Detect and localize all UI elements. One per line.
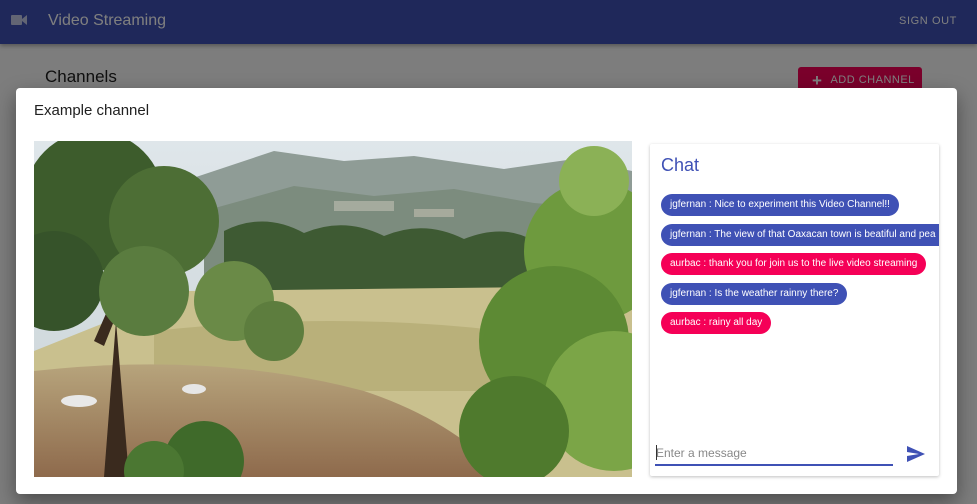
video-player[interactable]	[34, 141, 632, 477]
text-caret	[656, 445, 657, 460]
chat-message: jgfernan : The view of that Oaxacan town…	[661, 223, 939, 246]
message-input-field	[655, 442, 893, 466]
message-list: jgfernan : Nice to experiment this Video…	[661, 194, 939, 342]
dialog-title: Example channel	[34, 102, 150, 119]
chat-message: jgfernan : Nice to experiment this Video…	[661, 194, 899, 216]
channel-dialog: Example channel Chat jgfernan: Nice to …	[16, 88, 957, 494]
chat-message: jgfernan : Is the weather rainny there?	[661, 282, 848, 305]
chat-title: Chat	[661, 155, 700, 175]
chat-panel: Chat jgfernan : Nice to experiment this …	[650, 144, 939, 476]
chat-message: aurbac : rainy all day	[661, 312, 772, 334]
video-frame	[34, 141, 632, 477]
chat-message: aurbac : thank you for join us to the li…	[661, 253, 927, 275]
send-icon[interactable]	[907, 446, 925, 462]
message-input[interactable]	[655, 442, 893, 464]
